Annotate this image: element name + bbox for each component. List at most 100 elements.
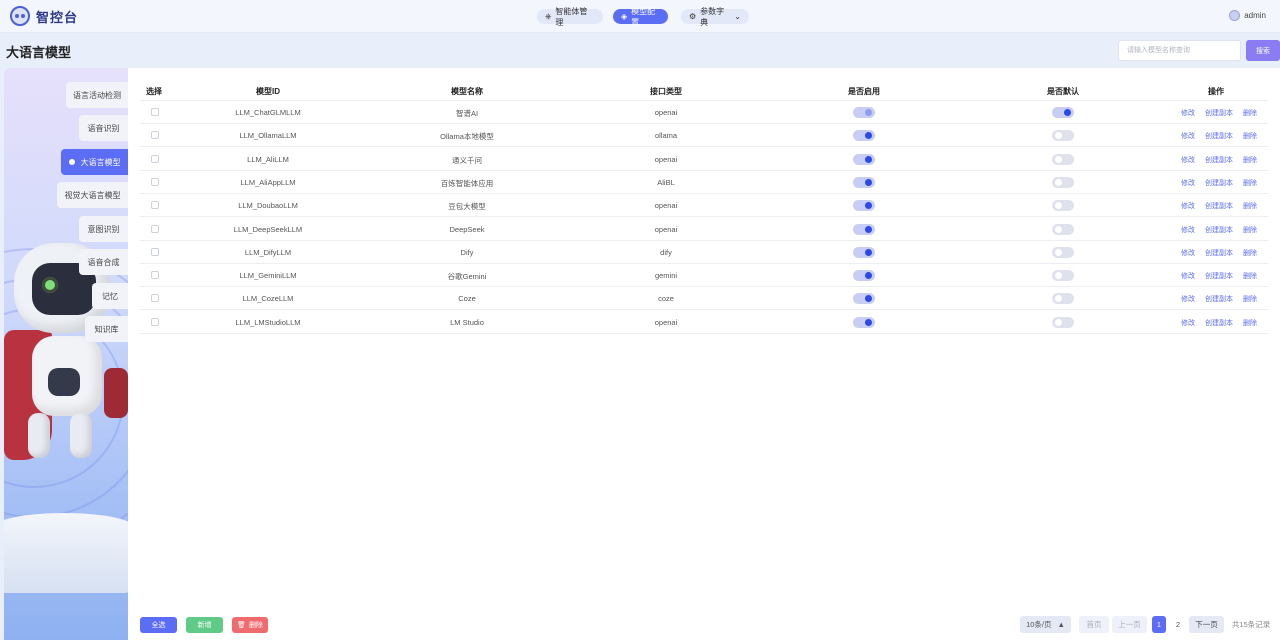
sidebar-item-label: 记忆	[102, 291, 118, 301]
copy-link[interactable]: 创建副本	[1205, 294, 1233, 304]
delete-link[interactable]: 删除	[1243, 225, 1257, 235]
edit-link[interactable]: 修改	[1181, 248, 1195, 258]
chevron-down-icon: ⌄	[734, 12, 741, 21]
delete-link[interactable]: 删除	[1243, 108, 1257, 118]
row-checkbox[interactable]	[151, 108, 159, 116]
toggle-knob	[865, 318, 872, 326]
enabled-toggle[interactable]	[853, 246, 875, 258]
delete-link[interactable]: 删除	[1243, 271, 1257, 281]
delete-link[interactable]: 删除	[1243, 155, 1257, 165]
sidebar-item-vad[interactable]: 语言活动检测	[66, 82, 128, 108]
user-menu[interactable]: admin	[1229, 10, 1266, 21]
toggle-knob	[865, 132, 872, 140]
row-checkbox[interactable]	[151, 177, 159, 186]
sidebar-item-vllm[interactable]: 视觉大语言模型	[57, 182, 128, 208]
row-checkbox[interactable]	[151, 317, 159, 326]
default-toggle[interactable]	[1052, 293, 1074, 305]
copy-link[interactable]: 创建副本	[1205, 108, 1233, 118]
default-toggle[interactable]	[1052, 223, 1074, 235]
page-size-value: 10条/页	[1026, 620, 1052, 629]
row-actions: 修改 创建副本 删除	[1181, 155, 1257, 165]
enabled-toggle[interactable]	[853, 316, 875, 328]
enabled-toggle[interactable]	[853, 176, 875, 188]
sidebar-item-llm[interactable]: 大语言模型	[61, 149, 128, 175]
edit-link[interactable]: 修改	[1181, 131, 1195, 141]
sidebar-item-label: 大语言模型	[80, 157, 121, 167]
row-checkbox[interactable]	[151, 131, 159, 140]
edit-link[interactable]: 修改	[1181, 271, 1195, 281]
toggle-knob	[865, 202, 872, 210]
delete-link[interactable]: 删除	[1243, 294, 1257, 304]
select-all-button[interactable]: 全选	[140, 617, 177, 633]
enabled-toggle[interactable]	[853, 200, 875, 212]
enabled-toggle[interactable]	[853, 153, 875, 165]
enabled-toggle[interactable]	[853, 130, 875, 142]
sidebar-item-memory[interactable]: 记忆	[92, 283, 128, 309]
avatar	[1229, 10, 1241, 21]
default-toggle[interactable]	[1052, 107, 1074, 118]
copy-link[interactable]: 创建副本	[1205, 201, 1233, 211]
prev-page-button[interactable]: 上一页	[1112, 616, 1147, 633]
copy-link[interactable]: 创建副本	[1205, 225, 1233, 235]
default-toggle[interactable]	[1052, 130, 1074, 142]
default-toggle[interactable]	[1052, 153, 1074, 165]
delete-button[interactable]: 🗑 删除	[232, 617, 268, 633]
robot-mascot-chest	[48, 368, 80, 396]
delete-link[interactable]: 删除	[1243, 248, 1257, 258]
default-toggle[interactable]	[1052, 270, 1074, 282]
row-checkbox[interactable]	[151, 271, 159, 280]
default-toggle[interactable]	[1052, 176, 1074, 188]
copy-link[interactable]: 创建副本	[1205, 155, 1233, 165]
delete-link[interactable]: 删除	[1243, 178, 1257, 188]
agent-icon: ⎈	[545, 11, 552, 21]
copy-link[interactable]: 创建副本	[1205, 248, 1233, 258]
edit-link[interactable]: 修改	[1181, 108, 1195, 118]
search-button[interactable]: 搜索	[1246, 40, 1280, 61]
table-row: LLM_CozeLLM Coze coze 修改 创建副本 删除	[140, 287, 1268, 311]
next-page-button[interactable]: 下一页	[1189, 616, 1224, 633]
row-checkbox[interactable]	[151, 154, 159, 163]
default-toggle[interactable]	[1052, 200, 1074, 212]
delete-link[interactable]: 删除	[1243, 131, 1257, 141]
nav-model-config[interactable]: ◈ 模型配置	[613, 7, 668, 27]
enabled-toggle[interactable]	[853, 223, 875, 235]
default-toggle[interactable]	[1052, 316, 1074, 328]
enabled-toggle[interactable]	[853, 293, 875, 305]
copy-link[interactable]: 创建副本	[1205, 178, 1233, 188]
edit-link[interactable]: 修改	[1181, 225, 1195, 235]
sidebar-item-intent[interactable]: 意图识别	[79, 216, 128, 242]
top-nav-bar: 智控台 ⎈ 智能体管理 ◈ 模型配置 ⚙ 参数字典 ⌄ admin	[0, 0, 1280, 33]
search-input[interactable]	[1118, 40, 1241, 61]
first-page-button[interactable]: 首页	[1079, 616, 1109, 633]
delete-link[interactable]: 删除	[1243, 201, 1257, 211]
row-checkbox[interactable]	[151, 201, 159, 210]
page-1-button[interactable]: 1	[1152, 616, 1166, 633]
robot-mascot-leg	[28, 413, 50, 458]
row-checkbox[interactable]	[151, 294, 159, 303]
add-button[interactable]: 新增	[186, 617, 223, 633]
nav-agent-management[interactable]: ⎈ 智能体管理	[537, 7, 603, 27]
trash-icon: 🗑	[237, 622, 246, 629]
toggle-knob	[1055, 202, 1062, 210]
copy-link[interactable]: 创建副本	[1205, 271, 1233, 281]
copy-link[interactable]: 创建副本	[1205, 131, 1233, 141]
app-logo[interactable]: 智控台	[10, 6, 78, 26]
delete-link[interactable]: 删除	[1243, 318, 1257, 328]
sidebar-item-asr[interactable]: 语音识别	[79, 115, 128, 141]
default-toggle[interactable]	[1052, 246, 1074, 258]
page-2-button[interactable]: 2	[1171, 616, 1185, 633]
enabled-toggle[interactable]	[853, 270, 875, 282]
sidebar-item-tts[interactable]: 语音合成	[79, 249, 128, 275]
nav-param-dictionary[interactable]: ⚙ 参数字典 ⌄	[681, 7, 749, 27]
sidebar-item-knowledge[interactable]: 知识库	[85, 316, 128, 342]
row-checkbox[interactable]	[151, 224, 159, 233]
copy-link[interactable]: 创建副本	[1205, 318, 1233, 328]
edit-link[interactable]: 修改	[1181, 155, 1195, 165]
row-checkbox[interactable]	[151, 247, 159, 256]
edit-link[interactable]: 修改	[1181, 201, 1195, 211]
edit-link[interactable]: 修改	[1181, 178, 1195, 188]
edit-link[interactable]: 修改	[1181, 318, 1195, 328]
page-size-select[interactable]: 10条/页 ▲	[1020, 616, 1071, 633]
edit-link[interactable]: 修改	[1181, 294, 1195, 304]
enabled-toggle[interactable]	[853, 107, 875, 118]
